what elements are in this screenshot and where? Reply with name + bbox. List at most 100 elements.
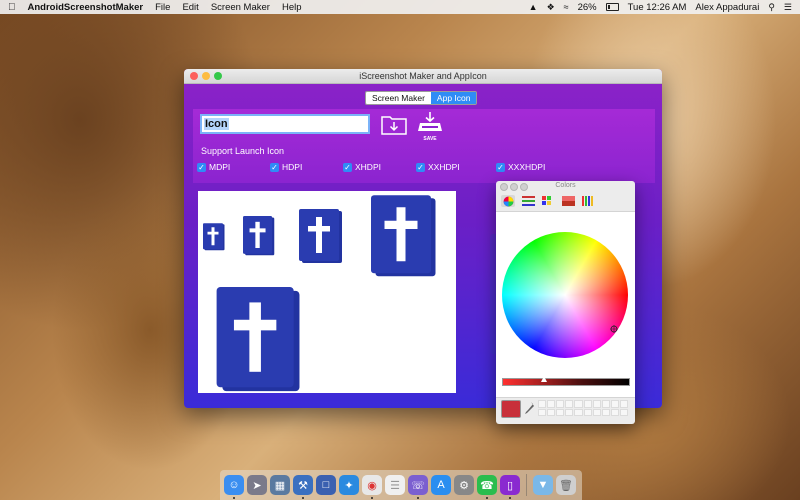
empty-swatch[interactable] <box>583 400 592 408</box>
colors-zoom-button[interactable] <box>520 183 528 191</box>
empty-swatch[interactable] <box>565 400 574 408</box>
color-wheel[interactable] <box>502 232 628 358</box>
menu-file[interactable]: File <box>155 2 170 13</box>
viber-icon[interactable]: ☏ <box>408 475 428 499</box>
screens-icon[interactable]: □ <box>316 475 336 495</box>
empty-swatch[interactable] <box>556 400 565 408</box>
launchpad-icon[interactable]: ➤ <box>247 475 267 495</box>
icon-name-input[interactable]: Icon <box>200 114 370 134</box>
menu-bar:  AndroidScreenshotMaker File Edit Scree… <box>0 0 800 14</box>
checkbox-label: XXHDPI <box>428 162 460 172</box>
empty-swatch[interactable] <box>538 408 547 416</box>
menubar-clock[interactable]: Tue 12:26 AM <box>628 2 687 13</box>
color-palettes-tab-icon[interactable] <box>541 195 555 207</box>
spotlight-search-icon[interactable]: ⚲ <box>768 2 775 12</box>
bible-icon-hdpi <box>243 216 275 256</box>
empty-swatch[interactable] <box>583 408 592 416</box>
tab-screen-maker[interactable]: Screen Maker <box>366 92 431 104</box>
menu-screen-maker[interactable]: Screen Maker <box>211 2 270 13</box>
empty-swatch[interactable] <box>565 408 574 416</box>
mode-segmented-control: Screen Maker App Icon <box>365 91 478 105</box>
dropbox-icon[interactable]: ❖ <box>547 2 555 12</box>
selected-color-swatch[interactable] <box>501 400 521 418</box>
checkmark-icon: ✓ <box>270 162 279 172</box>
apple-menu-icon[interactable]:  <box>8 2 16 13</box>
empty-swatch[interactable] <box>547 400 556 408</box>
battery-percent: 26% <box>577 1 597 13</box>
color-wheel-area <box>496 212 635 398</box>
brightness-slider-knob[interactable] <box>541 376 547 382</box>
preview-icon[interactable]: ▦ <box>270 475 290 495</box>
empty-swatch[interactable] <box>592 408 601 416</box>
color-wheel-tab-icon[interactable] <box>501 195 515 207</box>
empty-swatch[interactable] <box>619 400 628 408</box>
save-button[interactable]: SAVE <box>417 111 443 142</box>
app-store-icon[interactable]: A <box>431 475 451 495</box>
empty-swatch[interactable] <box>574 408 583 416</box>
empty-swatch[interactable] <box>610 400 619 408</box>
chrome-icon[interactable]: ◉ <box>362 475 382 499</box>
menu-help[interactable]: Help <box>282 2 302 13</box>
colors-minimize-button[interactable] <box>510 183 518 191</box>
checkbox-label: XHDPI <box>355 162 381 172</box>
checkbox-xxxhdpi[interactable]: ✓ XXXHDPI <box>496 162 545 172</box>
icon-name-value: Icon <box>204 118 229 130</box>
colors-titlebar[interactable]: Colors <box>496 181 635 191</box>
empty-swatch[interactable] <box>556 408 565 416</box>
window-titlebar[interactable]: iScreenshot Maker and AppIcon <box>184 69 662 84</box>
empty-swatch[interactable] <box>601 400 610 408</box>
empty-swatch[interactable] <box>574 400 583 408</box>
brightness-slider[interactable] <box>502 378 630 386</box>
checkmark-icon: ✓ <box>343 162 352 172</box>
system-preferences-icon[interactable]: ⚙ <box>454 475 474 495</box>
checkbox-xxhdpi[interactable]: ✓ XXHDPI <box>416 162 460 172</box>
menu-edit[interactable]: Edit <box>182 2 198 13</box>
window-title: iScreenshot Maker and AppIcon <box>359 71 487 81</box>
finder-icon[interactable]: ☺ <box>224 475 244 499</box>
import-folder-icon[interactable] <box>381 113 407 135</box>
minimize-window-button[interactable] <box>202 72 210 80</box>
xcode-icon[interactable]: ⚒ <box>293 475 313 499</box>
close-window-button[interactable] <box>190 72 198 80</box>
colors-toolbar <box>496 191 635 212</box>
whatsapp-icon[interactable]: ☎ <box>477 475 497 499</box>
save-label: SAVE <box>423 136 437 142</box>
empty-swatch[interactable] <box>601 408 610 416</box>
drive-icon[interactable]: ▲ <box>529 2 538 12</box>
checkbox-label: HDPI <box>282 162 303 172</box>
safari-icon[interactable]: ✦ <box>339 475 359 495</box>
checkbox-mdpi[interactable]: ✓ MDPI <box>197 162 230 172</box>
downloads-folder-icon[interactable]: ▼ <box>533 475 553 495</box>
battery-icon[interactable] <box>605 3 619 11</box>
eyedropper-icon[interactable] <box>524 401 534 415</box>
zoom-window-button[interactable] <box>214 72 222 80</box>
empty-swatch[interactable] <box>610 408 619 416</box>
menubar-user[interactable]: Alex Appadurai <box>695 2 759 13</box>
checkbox-label: XXXHDPI <box>508 162 546 172</box>
trash-icon[interactable]: 🗑 <box>556 475 576 495</box>
screenshot-maker-icon[interactable]: ▯ <box>500 475 520 499</box>
bible-icon-mdpi <box>203 223 225 251</box>
crayons-tab-icon[interactable] <box>581 195 595 207</box>
notification-center-icon[interactable]: ☰ <box>784 2 792 12</box>
colors-close-button[interactable] <box>500 183 508 191</box>
image-palettes-tab-icon[interactable] <box>561 195 575 207</box>
checkbox-xhdpi[interactable]: ✓ XHDPI <box>343 162 381 172</box>
empty-swatch[interactable] <box>547 408 556 416</box>
empty-swatch[interactable] <box>619 408 628 416</box>
empty-swatch[interactable] <box>538 400 547 408</box>
dock-separator <box>526 474 527 496</box>
checkbox-hdpi[interactable]: ✓ HDPI <box>270 162 302 172</box>
app-menu[interactable]: AndroidScreenshotMaker <box>28 2 144 13</box>
empty-swatch[interactable] <box>592 400 601 408</box>
density-checkbox-group: ✓ MDPI ✓ HDPI ✓ XHDPI ✓ XXHDPI ✓ XXXHDPI <box>197 162 647 174</box>
wifi-icon[interactable]: ≈ <box>564 2 569 12</box>
checkmark-icon: ✓ <box>496 162 505 172</box>
tab-app-icon[interactable]: App Icon <box>430 92 477 104</box>
launch-icon-label: Support Launch Icon <box>201 146 285 156</box>
color-sliders-tab-icon[interactable] <box>521 195 535 207</box>
notes-icon[interactable]: ☰ <box>385 475 405 495</box>
icon-preview-canvas <box>198 191 456 393</box>
icon-options-panel: Icon SAVE Support Launch Icon ✓ MDPI ✓ H… <box>193 109 655 183</box>
crosshair-icon[interactable] <box>610 325 618 333</box>
